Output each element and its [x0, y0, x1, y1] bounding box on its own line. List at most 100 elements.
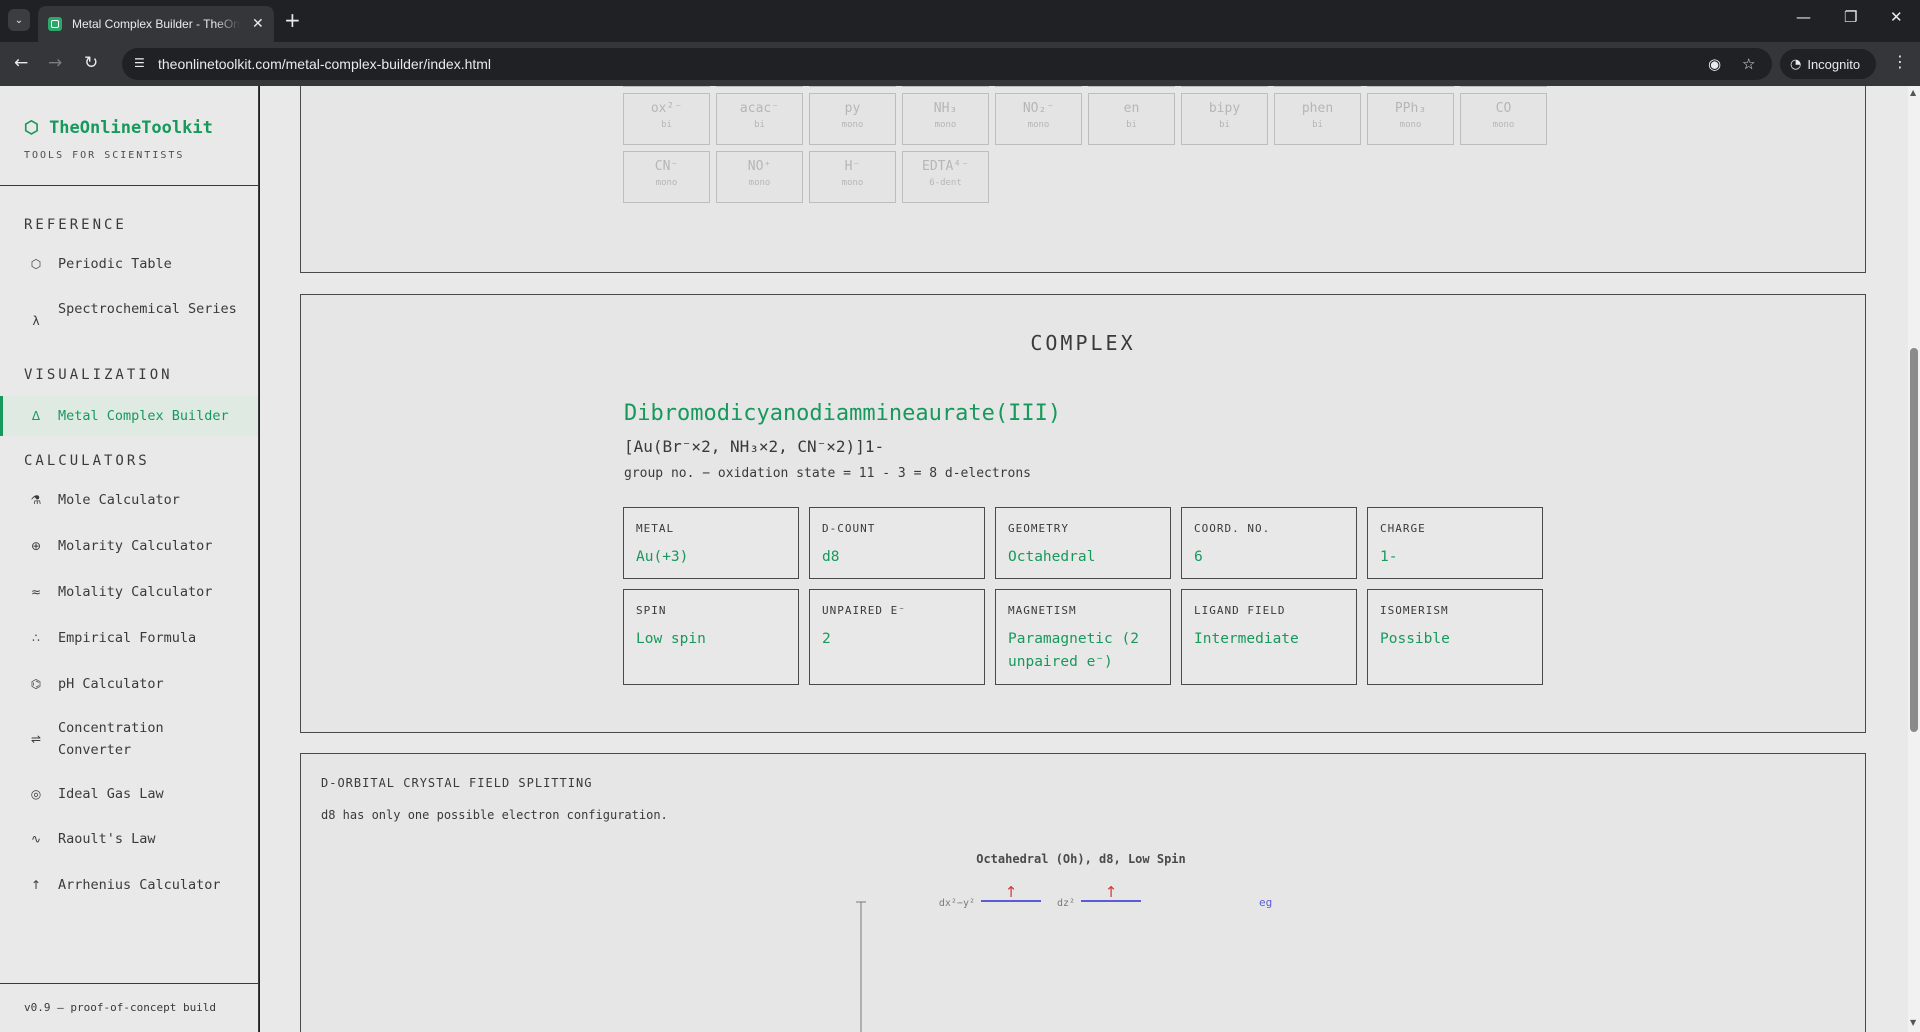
ligand-formula: en — [1123, 101, 1140, 116]
sidebar-item-ideal-gas-law[interactable]: ◎ Ideal Gas Law — [0, 783, 258, 807]
sine-wave-icon: ∿ — [30, 832, 42, 846]
section-heading-visualization: VISUALIZATION — [24, 367, 173, 383]
ligand-button[interactable]: S²⁻mono — [1181, 86, 1268, 87]
property-value: 2 — [822, 631, 831, 647]
sidebar-item-arrhenius-calculator[interactable]: ↑ Arrhenius Calculator — [0, 874, 258, 898]
ligand-button[interactable]: NO⁺ mono — [716, 151, 803, 203]
ligand-button[interactable]: py mono — [809, 93, 896, 145]
ligand-denticity: bi — [1126, 120, 1137, 130]
benzene-icon: ⌬ — [30, 677, 42, 691]
browser-tab-active[interactable]: Metal Complex Builder - TheOnlineToolkit… — [38, 6, 274, 42]
electron-up-dz2: ↑ — [1105, 883, 1118, 901]
page-scrollbar[interactable]: ▲ ▼ — [1908, 86, 1920, 1032]
sidebar-item-spectrochemical-series[interactable]: λ Spectrochemical Series — [0, 298, 258, 344]
new-tab-plus-icon[interactable]: + — [284, 8, 301, 32]
ligand-formula: py — [844, 101, 861, 116]
sidebar-item-concentration-converter[interactable]: ⇌ Concentration Converter — [0, 717, 258, 763]
ligand-button[interactable]: H₂Omono — [1367, 86, 1454, 87]
bookmark-star-icon[interactable]: ☆ — [1742, 55, 1755, 73]
back-arrow-icon[interactable]: ← — [14, 53, 28, 73]
ligand-formula: NH₃ — [933, 101, 958, 116]
tab-search-chevron-icon[interactable]: ⌄ — [8, 9, 30, 31]
sidebar-item-mole-calculator[interactable]: ⚗ Mole Calculator — [0, 489, 258, 513]
scroll-down-icon[interactable]: ▼ — [1910, 1018, 1916, 1027]
ligand-button[interactable]: OH⁻mono — [995, 86, 1082, 87]
window-restore-icon[interactable]: ❐ — [1844, 8, 1857, 26]
ligand-button[interactable]: NO₂⁻ mono — [995, 93, 1082, 145]
property-card-ligand-field: LIGAND FIELD Intermediate — [1181, 589, 1357, 685]
ligand-denticity: mono — [655, 178, 678, 188]
ligand-panel: I⁻mono Br⁻mono Cl⁻mono F⁻mono OH⁻mono O²⁻mono… — [300, 86, 1866, 273]
sidebar-item-ph-calculator[interactable]: ⌬ pH Calculator — [0, 673, 258, 697]
brand-logo[interactable]: ⬡ TheOnlineToolkit — [24, 118, 213, 138]
ligand-button[interactable]: EDTA⁴⁻ 6-dent — [902, 151, 989, 203]
ligand-button[interactable]: O²⁻mono — [1088, 86, 1175, 87]
incognito-icon: ◔ — [1790, 56, 1802, 72]
ligand-button[interactable]: F⁻mono — [902, 86, 989, 87]
incognito-badge[interactable]: ◔ Incognito — [1780, 49, 1876, 79]
ligand-button[interactable]: ox²⁻ bi — [623, 93, 710, 145]
ligand-denticity: mono — [934, 120, 957, 130]
ligand-formula: CO — [1495, 101, 1512, 116]
site-info-icon[interactable]: ☰ — [134, 56, 150, 72]
property-label: SPIN — [636, 604, 667, 617]
ligand-denticity: bi — [661, 120, 672, 130]
ligand-button[interactable]: CO mono — [1460, 93, 1547, 145]
delta-icon: Δ — [31, 409, 41, 423]
sidebar-item-molality-calculator[interactable]: ≈ Molality Calculator — [0, 581, 258, 605]
ligand-formula: ox²⁻ — [650, 101, 683, 116]
sidebar-item-raoults-law[interactable]: ∿ Raoult's Law — [0, 828, 258, 852]
property-card-unpaired-e: UNPAIRED E⁻ 2 — [809, 589, 985, 685]
scroll-up-icon[interactable]: ▲ — [1910, 88, 1916, 97]
ligand-button[interactable]: Br⁻mono — [716, 86, 803, 87]
window-minimize-icon[interactable]: — — [1796, 8, 1811, 26]
section-heading-calculators: CALCULATORS — [24, 453, 150, 469]
main-content: I⁻mono Br⁻mono Cl⁻mono F⁻mono OH⁻mono O²⁻mono… — [260, 86, 1908, 1032]
tab-close-icon[interactable]: ✕ — [252, 16, 264, 32]
ligand-button[interactable]: NH₃ mono — [902, 93, 989, 145]
brand-tagline: TOOLS FOR SCIENTISTS — [24, 150, 185, 161]
browser-menu-icon[interactable]: ⋮ — [1892, 52, 1908, 71]
sidebar-item-label: Metal Complex Builder — [58, 408, 229, 424]
version-text: v0.9 — proof-of-concept build — [24, 1001, 217, 1014]
ligand-button[interactable]: acac⁻ bi — [716, 93, 803, 145]
ligand-button[interactable]: Cl⁻mono — [809, 86, 896, 87]
ligand-button[interactable]: H⁻ mono — [809, 151, 896, 203]
section-heading-reference: REFERENCE — [24, 217, 127, 233]
reload-icon[interactable]: ↻ — [84, 53, 98, 73]
ligand-button[interactable]: bipy bi — [1181, 93, 1268, 145]
sidebar-item-label: Mole Calculator — [58, 492, 180, 508]
ligand-button[interactable]: PPh₃ mono — [1367, 93, 1454, 145]
scrollbar-thumb[interactable] — [1910, 348, 1918, 732]
orbital-label-dz2: dz² — [1057, 898, 1075, 909]
sidebar-item-label: Spectrochemical Series — [58, 301, 237, 317]
ligand-denticity: bi — [754, 120, 765, 130]
approx-icon: ≈ — [30, 585, 42, 599]
ligand-button[interactable]: I⁻mono — [623, 86, 710, 87]
property-label: COORD. NO. — [1194, 522, 1271, 535]
ligand-button[interactable]: CN⁻ mono — [623, 151, 710, 203]
sidebar-item-molarity-calculator[interactable]: ⊕ Molarity Calculator — [0, 535, 258, 559]
sidebar-item-metal-complex-builder[interactable]: Δ Metal Complex Builder — [0, 396, 258, 436]
forward-arrow-icon[interactable]: → — [48, 53, 62, 73]
window-close-icon[interactable]: ✕ — [1890, 8, 1903, 26]
property-label: D-COUNT — [822, 522, 876, 535]
sidebar-item-empirical-formula[interactable]: ∴ Empirical Formula — [0, 627, 258, 651]
ligand-denticity: bi — [1219, 120, 1230, 130]
eye-slash-icon[interactable]: ◉ — [1708, 55, 1721, 73]
property-value: Intermediate — [1194, 631, 1299, 647]
complex-formula: [Au(Br⁻×2, NH₃×2, CN⁻×2)]1- — [624, 437, 885, 456]
sidebar-item-periodic-table[interactable]: ⬡ Periodic Table — [0, 253, 258, 277]
lambda-icon: λ — [32, 314, 40, 328]
property-label: METAL — [636, 522, 675, 535]
ligand-button[interactable]: NCS⁻mono — [1460, 86, 1547, 87]
ligand-button[interactable]: phen bi — [1274, 93, 1361, 145]
ligand-button[interactable]: SCN⁻mono — [1274, 86, 1361, 87]
tab-title: Metal Complex Builder - TheOnlineToolkit — [72, 17, 240, 31]
ligand-button[interactable]: en bi — [1088, 93, 1175, 145]
url-text[interactable]: theonlinetoolkit.com/metal-complex-build… — [158, 56, 491, 72]
property-value: Octahedral — [1008, 549, 1096, 565]
address-bar[interactable]: ☰ theonlinetoolkit.com/metal-complex-bui… — [122, 48, 1772, 80]
incognito-label: Incognito — [1807, 56, 1861, 72]
sidebar: ⬡ TheOnlineToolkit TOOLS FOR SCIENTISTS … — [0, 86, 259, 1032]
